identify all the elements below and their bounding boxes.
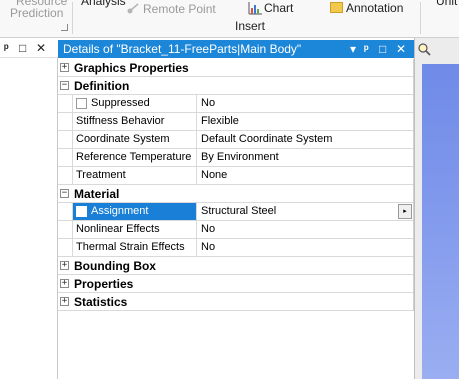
dropdown-arrow-icon[interactable]: ▸: [398, 204, 412, 219]
property-name-cell: Reference Temperature: [72, 149, 197, 166]
collapse-icon[interactable]: −: [60, 189, 69, 198]
section-definition[interactable]: − Definition: [58, 77, 413, 95]
details-title: Details of "Bracket_11-FreeParts|Main Bo…: [63, 42, 302, 56]
property-value[interactable]: Default Coordinate System: [201, 133, 332, 145]
property-name: Assignment: [91, 205, 149, 217]
maximize-icon[interactable]: □: [19, 41, 26, 55]
property-name-cell: Suppressed: [72, 95, 197, 112]
property-name: Thermal Strain Effects: [76, 241, 185, 253]
dropdown-icon[interactable]: ▾: [350, 41, 356, 57]
pin-icon[interactable]: ᵖ: [4, 41, 9, 55]
graphics-viewport[interactable]: [422, 64, 459, 379]
property-name: Suppressed: [91, 97, 150, 109]
property-value[interactable]: Structural Steel: [201, 205, 276, 217]
section-statistics[interactable]: + Statistics: [58, 293, 413, 311]
remote-point-button[interactable]: Remote Point: [143, 2, 216, 16]
section-label: Statistics: [74, 295, 128, 309]
property-name: Nonlinear Effects: [76, 223, 160, 235]
property-row-suppressed[interactable]: Suppressed No: [58, 95, 413, 113]
property-value[interactable]: No: [201, 223, 215, 235]
remote-point-icon: [127, 3, 139, 14]
section-label: Definition: [74, 79, 130, 93]
property-name-cell: Thermal Strain Effects: [72, 239, 197, 256]
expand-icon[interactable]: +: [60, 297, 69, 306]
expand-icon[interactable]: +: [60, 261, 69, 270]
close-icon[interactable]: ✕: [396, 41, 406, 57]
suppressed-checkbox[interactable]: [76, 98, 87, 109]
property-value[interactable]: No: [201, 241, 215, 253]
property-row-thermal-strain-effects[interactable]: Thermal Strain Effects No: [58, 239, 413, 257]
property-value[interactable]: No: [201, 97, 215, 109]
outline-pane-titlebar: ᵖ □ ✕: [0, 38, 58, 58]
property-name: Reference Temperature: [76, 151, 192, 163]
section-properties[interactable]: + Properties: [58, 275, 413, 293]
section-material[interactable]: − Material: [58, 185, 413, 203]
chart-icon: [248, 2, 262, 15]
property-name: Treatment: [76, 169, 126, 181]
property-row-reference-temperature[interactable]: Reference Temperature By Environment: [58, 149, 413, 167]
property-row-treatment[interactable]: Treatment None: [58, 167, 413, 185]
property-value[interactable]: By Environment: [201, 151, 279, 163]
section-label: Material: [74, 187, 120, 201]
property-name-cell: Nonlinear Effects: [72, 221, 197, 238]
section-label: Bounding Box: [74, 259, 156, 273]
property-row-nonlinear-effects[interactable]: Nonlinear Effects No: [58, 221, 413, 239]
property-name-cell: Stiffness Behavior: [72, 113, 197, 130]
annotation-icon: [330, 2, 343, 13]
resource-prediction-label-line2[interactable]: Prediction: [10, 6, 63, 20]
graphics-pane: [414, 38, 459, 379]
property-row-stiffness-behavior[interactable]: Stiffness Behavior Flexible: [58, 113, 413, 131]
property-value[interactable]: None: [201, 169, 227, 181]
property-value[interactable]: Flexible: [201, 115, 239, 127]
pin-icon[interactable]: ᵖ: [364, 41, 369, 57]
zoom-icon[interactable]: [418, 43, 431, 56]
section-graphics-properties[interactable]: + Graphics Properties: [58, 59, 413, 77]
expand-icon[interactable]: +: [60, 63, 69, 72]
outline-pane: ᵖ □ ✕: [0, 38, 58, 379]
property-name-cell: Assignment: [72, 203, 197, 220]
property-row-coordinate-system[interactable]: Coordinate System Default Coordinate Sys…: [58, 131, 413, 149]
chart-button[interactable]: Chart: [264, 1, 293, 15]
maximize-icon[interactable]: □: [379, 41, 386, 57]
property-name-cell: Treatment: [72, 167, 197, 184]
collapse-icon[interactable]: −: [60, 81, 69, 90]
assignment-checkbox[interactable]: [76, 206, 87, 217]
analysis-button[interactable]: Analysis: [81, 0, 126, 8]
close-icon[interactable]: ✕: [36, 41, 46, 55]
ribbon: Resource Prediction Analysis Remote Poin…: [0, 0, 459, 38]
ribbon-separator: [420, 2, 421, 34]
section-bounding-box[interactable]: + Bounding Box: [58, 257, 413, 275]
ribbon-separator: [72, 2, 73, 34]
property-name: Stiffness Behavior: [76, 115, 165, 127]
details-grid: + Graphics Properties − Definition Suppr…: [58, 59, 414, 311]
insert-group-label: Insert: [235, 19, 266, 33]
property-row-assignment[interactable]: Assignment Structural Steel ▸: [58, 203, 413, 221]
section-label: Graphics Properties: [74, 61, 189, 75]
property-name: Coordinate System: [76, 133, 170, 145]
section-label: Properties: [74, 277, 134, 291]
expand-icon[interactable]: +: [60, 279, 69, 288]
group-launcher-icon[interactable]: [61, 24, 68, 31]
details-titlebar: Details of "Bracket_11-FreeParts|Main Bo…: [58, 40, 414, 58]
property-name-cell: Coordinate System: [72, 131, 197, 148]
annotation-button[interactable]: Annotation: [346, 1, 403, 15]
app-window: Resource Prediction Analysis Remote Poin…: [0, 0, 459, 379]
details-pane: Details of "Bracket_11-FreeParts|Main Bo…: [58, 38, 414, 379]
units-button[interactable]: Unit: [436, 0, 457, 8]
